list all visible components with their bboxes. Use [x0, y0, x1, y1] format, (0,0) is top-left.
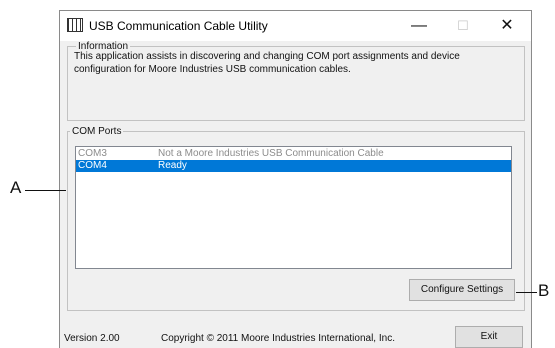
configure-settings-button[interactable]: Configure Settings [409, 279, 515, 301]
port-name: COM3 [78, 148, 107, 159]
maximize-button: ☐ [457, 18, 469, 33]
port-name: COM4 [78, 160, 107, 171]
information-group: Information This application assists in … [67, 41, 525, 121]
close-button[interactable]: ✕ [485, 13, 529, 39]
app-icon [67, 18, 83, 32]
port-status: Not a Moore Industries USB Communication… [158, 148, 384, 159]
port-status: Ready [158, 160, 187, 171]
callout-b-line [516, 292, 537, 293]
callout-a-line [25, 190, 66, 191]
version-label: Version 2.00 [64, 333, 120, 344]
callout-a-label: A [10, 178, 22, 197]
callout-b-label: B [538, 281, 550, 300]
copyright-label: Copyright © 2011 Moore Industries Intern… [161, 333, 395, 344]
title-bar[interactable]: USB Communication Cable Utility — ☐ ✕ [60, 11, 531, 41]
information-text: This application assists in discovering … [74, 51, 460, 75]
exit-button[interactable]: Exit [455, 326, 523, 348]
list-item-com4[interactable]: COM4 Ready [76, 160, 511, 172]
list-item-com3[interactable]: COM3 Not a Moore Industries USB Communic… [76, 148, 511, 160]
minimize-button[interactable]: — [397, 13, 441, 39]
com-ports-list[interactable]: COM3 Not a Moore Industries USB Communic… [75, 146, 512, 269]
com-ports-legend: COM Ports [72, 126, 122, 137]
window-title: USB Communication Cable Utility [89, 19, 268, 33]
